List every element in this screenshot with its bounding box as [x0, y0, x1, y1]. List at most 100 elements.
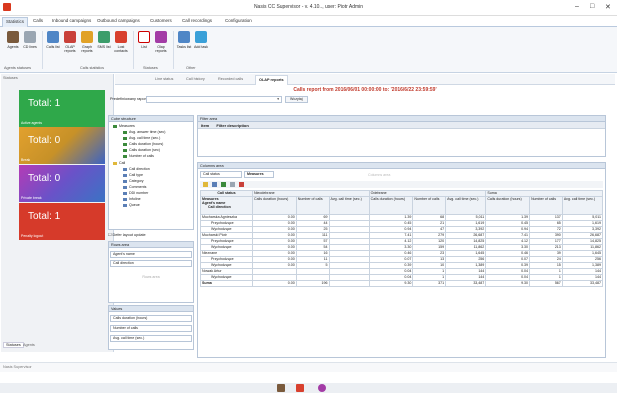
tasks-icon	[178, 31, 190, 43]
menu-statistics[interactable]: Statistics	[2, 17, 29, 27]
grid-measure-header: Calls duration (hours)	[368, 196, 414, 215]
statuses-panel: Statuses Total: 1 Active agents Total: 0B…	[1, 74, 114, 352]
close-button[interactable]: ✕	[605, 3, 611, 11]
folder-icon[interactable]	[203, 182, 208, 187]
excel-icon[interactable]	[221, 182, 226, 187]
graph-reports-button[interactable]: Graph reports	[79, 31, 95, 53]
table-cell: 33,487	[561, 280, 604, 287]
table-row[interactable]: Suma 0.00 196 9.30 371 33,487 9.30 567 33,487	[200, 280, 604, 287]
rows-area-panel: Rows area Agent's name Call direction Ro…	[108, 241, 194, 303]
sms-icon	[98, 31, 110, 43]
tab-statuses[interactable]: Statuses	[3, 342, 24, 348]
group-label: Calls statistics	[80, 66, 105, 70]
menu-inbound[interactable]: Inbound campaigns	[52, 18, 91, 23]
filter-area-panel: Filter area Item Filter description	[197, 115, 606, 157]
tile-private-break[interactable]: Total: 0 Private break	[19, 165, 105, 202]
grid-measure-header: Calls duration (hours)	[252, 196, 297, 215]
print-icon[interactable]	[230, 182, 235, 187]
table-cell: 33,487	[445, 280, 487, 287]
tile-break[interactable]: Total: 0 Break	[19, 127, 105, 164]
status-tray-icon[interactable]	[318, 384, 326, 392]
cube-structure-panel: Cube structure Measures Avg. answer time…	[108, 115, 194, 230]
taskbar	[0, 383, 617, 393]
grid-measure-header: Number of calls	[295, 196, 330, 215]
tree-node[interactable]: Category	[123, 179, 144, 183]
chart-icon[interactable]	[239, 182, 244, 187]
table-cell: 196	[295, 280, 330, 287]
value-field[interactable]: Avg. call time (sec.)	[110, 335, 192, 342]
tree-node[interactable]: Call type	[123, 173, 143, 177]
tree-node[interactable]: Call direction	[123, 167, 150, 171]
status-olap-button[interactable]: Olap reports	[153, 31, 169, 53]
table-cell: 0.00	[252, 280, 297, 287]
tree-node[interactable]: Calls duration (hours)	[123, 142, 163, 146]
menu-recordings[interactable]: Call recordings	[182, 18, 212, 23]
tile-penalty-logout[interactable]: Total: 1 Penalty logout	[19, 203, 105, 240]
window-title: Nasis CC Supervisor - v. 4.10.., user: P…	[253, 4, 364, 10]
graph-icon	[81, 31, 93, 43]
tree-node[interactable]: Infoline	[123, 197, 141, 201]
values-header: Values	[109, 306, 193, 312]
values-panel: Values Calls duration (hours) Number of …	[108, 305, 194, 350]
predefined-report-select[interactable]: ▾	[146, 96, 282, 103]
chevron-down-icon: ▾	[277, 97, 279, 101]
defer-layout-checkbox[interactable]: ☐ Defer layout update	[108, 232, 146, 237]
clock-icon	[138, 31, 150, 43]
panel-title: Statuses	[3, 76, 18, 80]
menu-configuration[interactable]: Configuration	[225, 18, 252, 23]
column-chip-call-status[interactable]: Call status	[200, 171, 242, 178]
column-chip-measures[interactable]: Measures	[244, 171, 274, 178]
tab-line-status[interactable]: Line status	[155, 77, 173, 81]
tree-node[interactable]: Measures	[113, 124, 135, 128]
ribbon: Agents CD lines Calls list OLAP reports …	[0, 27, 617, 73]
tab-olap-reports[interactable]: OLAP reports	[255, 75, 288, 85]
olap-grid: Call status Nieodebrane Odebrane Suma Me…	[200, 190, 604, 287]
row-field-agent[interactable]: Agent's name	[110, 251, 192, 258]
value-field[interactable]: Calls duration (hours)	[110, 315, 192, 322]
columns-placeholder: Columns area	[368, 173, 391, 177]
tree-node[interactable]: Call	[113, 161, 125, 165]
grid-measure-header: Number of calls	[412, 196, 447, 215]
menu-calls[interactable]: Calls	[33, 18, 43, 23]
agents-button[interactable]: Agents	[5, 31, 21, 49]
table-cell: 567	[529, 280, 563, 287]
save-icon[interactable]	[212, 182, 217, 187]
status-list-button[interactable]: List	[136, 31, 152, 49]
menu-outbound[interactable]: Outbound campaigns	[97, 18, 140, 23]
minimize-button[interactable]: –	[575, 3, 579, 10]
tree-node[interactable]: DDI number	[123, 191, 148, 195]
tree-node[interactable]: Calls duration (sec)	[123, 148, 160, 152]
group-label: Statuses	[143, 66, 158, 70]
row-field-direction[interactable]: Call direction	[110, 260, 192, 267]
tab-agents[interactable]: Agents	[23, 343, 35, 347]
tab-call-history[interactable]: Call history	[186, 77, 205, 81]
tree-node[interactable]: Comments	[123, 185, 146, 189]
agent-tray-icon[interactable]	[277, 384, 285, 392]
add-task-button[interactable]: Add task	[193, 31, 209, 49]
load-button[interactable]: Wczytaj	[285, 96, 308, 103]
tasks-list-button[interactable]: Tasks list	[176, 31, 192, 49]
grid-measure-header: Avg. call time (sec.)	[445, 196, 487, 215]
tree-node[interactable]: Queue	[123, 203, 140, 207]
cd-lines-button[interactable]: CD lines	[22, 31, 38, 49]
calls-list-button[interactable]: Calls list	[45, 31, 61, 49]
calls-list-icon	[47, 31, 59, 43]
status-text: Nasis Supervisor	[3, 365, 32, 369]
grid-toolbar	[200, 181, 603, 188]
grid-measure-header: Number of calls	[529, 196, 563, 215]
row-label: Suma	[200, 280, 253, 287]
tile-active-agents[interactable]: Total: 1 Active agents	[19, 90, 105, 127]
columns-area-panel: Columns area Call status Measures Column…	[197, 162, 606, 358]
olap-icon	[155, 31, 167, 43]
tree-node[interactable]: Avg. call time (sec.)	[123, 136, 160, 140]
sms-list-button[interactable]: SMS list	[96, 31, 112, 49]
alert-tray-icon[interactable]	[296, 384, 304, 392]
maximize-button[interactable]: □	[590, 3, 594, 10]
menu-customers[interactable]: Customers	[150, 18, 172, 23]
value-field[interactable]: Number of calls	[110, 325, 192, 332]
lost-contacts-button[interactable]: Lost contacts	[113, 31, 129, 53]
tree-node[interactable]: Avg. answer time (sec)	[123, 130, 165, 134]
olap-reports-button[interactable]: OLAP reports	[62, 31, 78, 53]
tree-node[interactable]: Number of calls	[123, 154, 154, 158]
tab-recorded-calls[interactable]: Recorded calls	[218, 77, 243, 81]
